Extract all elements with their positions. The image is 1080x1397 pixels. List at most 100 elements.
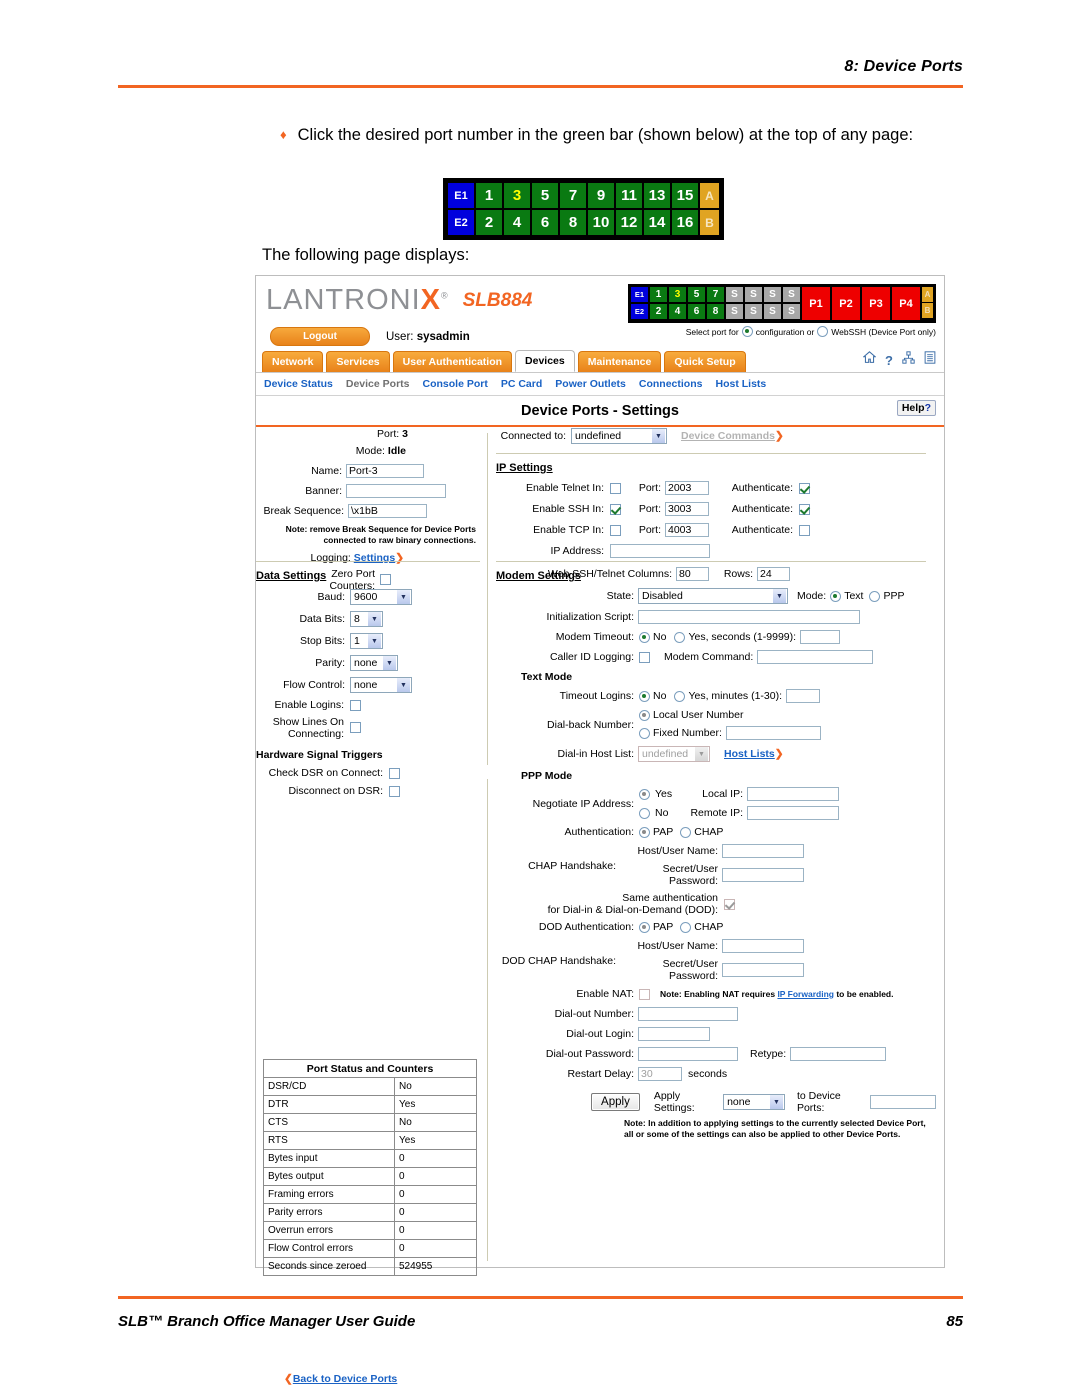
telnet-authenticate-checkbox[interactable] bbox=[799, 482, 810, 494]
parity-select[interactable]: none ▼ bbox=[350, 655, 398, 671]
devmap-s-7[interactable]: S bbox=[764, 304, 781, 319]
to-device-ports-input[interactable] bbox=[870, 1095, 936, 1109]
devmap-power-p2[interactable]: P2 bbox=[832, 287, 860, 320]
sitemap-icon[interactable] bbox=[902, 351, 915, 369]
devmap-port-2[interactable]: 2 bbox=[650, 304, 667, 319]
chap-secret-input[interactable] bbox=[722, 868, 804, 882]
devmap-s-1[interactable]: S bbox=[726, 287, 743, 302]
caller-id-checkbox[interactable] bbox=[639, 651, 650, 663]
devmap-port-8[interactable]: 8 bbox=[707, 304, 724, 319]
port-cell-10[interactable]: 10 bbox=[588, 210, 614, 235]
banner-input[interactable] bbox=[346, 484, 446, 498]
modem-timeout-yes-radio[interactable] bbox=[674, 631, 686, 643]
apply-settings-select[interactable]: none ▼ bbox=[723, 1094, 785, 1110]
tab-services[interactable]: Services bbox=[326, 351, 390, 372]
devmap-port-5[interactable]: 5 bbox=[688, 287, 705, 302]
name-input[interactable] bbox=[346, 464, 424, 478]
help-button[interactable]: Help? bbox=[896, 400, 936, 416]
subnav-device-ports[interactable]: Device Ports bbox=[346, 378, 410, 390]
back-to-device-ports-link[interactable]: Back to Device Ports bbox=[293, 1373, 397, 1385]
host-lists-link[interactable]: Host Lists bbox=[724, 748, 775, 760]
tab-maintenance[interactable]: Maintenance bbox=[577, 351, 662, 372]
subnav-device-status[interactable]: Device Status bbox=[264, 378, 333, 390]
port-cell-8[interactable]: 8 bbox=[560, 210, 586, 235]
port-cell-a[interactable]: A bbox=[700, 183, 719, 208]
devmap-port-4[interactable]: 4 bbox=[669, 304, 686, 319]
timeout-logins-yes-radio[interactable] bbox=[674, 690, 686, 702]
timeout-logins-input[interactable] bbox=[786, 689, 821, 703]
devmap-s-8[interactable]: S bbox=[783, 304, 800, 319]
port-cell-16[interactable]: 16 bbox=[672, 210, 698, 235]
subnav-host-lists[interactable]: Host Lists bbox=[715, 378, 766, 390]
ip-address-input[interactable] bbox=[610, 544, 710, 558]
help-icon[interactable]: ? bbox=[885, 353, 893, 368]
disconnect-dsr-checkbox[interactable] bbox=[389, 785, 400, 797]
subnav-power-outlets[interactable]: Power Outlets bbox=[555, 378, 626, 390]
dod-host-user-input[interactable] bbox=[722, 939, 804, 953]
enable-ssh-checkbox[interactable] bbox=[610, 503, 621, 515]
devmap-e2[interactable]: E2 bbox=[631, 304, 648, 319]
tab-user-authentication[interactable]: User Authentication bbox=[392, 351, 513, 372]
mode-ppp-radio[interactable] bbox=[869, 590, 881, 602]
logout-button[interactable]: Logout bbox=[270, 327, 370, 346]
show-lines-checkbox[interactable] bbox=[350, 722, 361, 733]
mode-text-radio[interactable] bbox=[830, 590, 842, 602]
enable-telnet-checkbox[interactable] bbox=[610, 482, 621, 494]
dod-secret-input[interactable] bbox=[722, 963, 804, 977]
devmap-s-3[interactable]: S bbox=[764, 287, 781, 302]
dialin-hostlist-select[interactable]: undefined ▼ bbox=[638, 746, 710, 762]
subnav-pc-card[interactable]: PC Card bbox=[501, 378, 542, 390]
port-cell-3[interactable]: 3 bbox=[504, 183, 530, 208]
port-cell-4[interactable]: 4 bbox=[504, 210, 530, 235]
port-cell-12[interactable]: 12 bbox=[616, 210, 642, 235]
telnet-port-input[interactable] bbox=[665, 481, 709, 495]
radio-webssh[interactable] bbox=[817, 326, 829, 337]
ssh-port-input[interactable] bbox=[665, 502, 709, 516]
ip-forwarding-link[interactable]: IP Forwarding bbox=[777, 989, 834, 999]
negotiate-no-radio[interactable] bbox=[639, 807, 650, 819]
devmap-s-5[interactable]: S bbox=[726, 304, 743, 319]
devmap-s-2[interactable]: S bbox=[745, 287, 762, 302]
chap-host-user-input[interactable] bbox=[722, 844, 804, 858]
modem-command-input[interactable] bbox=[757, 650, 874, 664]
dialout-login-input[interactable] bbox=[638, 1027, 710, 1041]
enable-tcp-checkbox[interactable] bbox=[610, 524, 621, 536]
port-cell-2[interactable]: 2 bbox=[476, 210, 502, 235]
stop-bits-select[interactable]: 1 ▼ bbox=[350, 633, 383, 649]
tcp-authenticate-checkbox[interactable] bbox=[799, 524, 810, 536]
devmap-s-4[interactable]: S bbox=[783, 287, 800, 302]
ssh-authenticate-checkbox[interactable] bbox=[799, 503, 810, 515]
tab-devices[interactable]: Devices bbox=[515, 350, 575, 372]
logging-settings-link[interactable]: Settings bbox=[354, 552, 395, 564]
dialout-number-input[interactable] bbox=[638, 1007, 738, 1021]
dod-chap-radio[interactable] bbox=[680, 921, 692, 933]
port-cell-6[interactable]: 6 bbox=[532, 210, 558, 235]
port-cell-1[interactable]: 1 bbox=[476, 183, 502, 208]
tcp-port-input[interactable] bbox=[665, 523, 709, 537]
port-cell-14[interactable]: 14 bbox=[644, 210, 670, 235]
subnav-connections[interactable]: Connections bbox=[639, 378, 703, 390]
dialback-local-radio[interactable] bbox=[639, 709, 650, 721]
apply-button[interactable]: Apply bbox=[591, 1093, 640, 1111]
timeout-logins-no-radio[interactable] bbox=[639, 690, 650, 702]
devmap-power-p3[interactable]: P3 bbox=[862, 287, 890, 320]
retype-input[interactable] bbox=[790, 1047, 887, 1061]
connected-to-select[interactable]: undefined ▼ bbox=[571, 428, 667, 444]
port-cell-9[interactable]: 9 bbox=[588, 183, 614, 208]
home-icon[interactable] bbox=[862, 351, 877, 369]
dialback-fixed-input[interactable] bbox=[725, 726, 821, 740]
devmap-power-p1[interactable]: P1 bbox=[802, 287, 830, 320]
enable-logins-checkbox[interactable] bbox=[350, 699, 361, 711]
devmap-s-6[interactable]: S bbox=[745, 304, 762, 319]
port-cell-e1[interactable]: E1 bbox=[448, 183, 474, 208]
auth-pap-radio[interactable] bbox=[639, 826, 650, 838]
devmap-e1[interactable]: E1 bbox=[631, 287, 648, 302]
data-bits-select[interactable]: 8 ▼ bbox=[350, 611, 383, 627]
devmap-power-p4[interactable]: P4 bbox=[892, 287, 920, 320]
remote-ip-input[interactable] bbox=[747, 806, 839, 820]
local-ip-input[interactable] bbox=[747, 787, 839, 801]
radio-configuration[interactable] bbox=[741, 326, 753, 337]
devmap-port-1[interactable]: 1 bbox=[650, 287, 667, 302]
enable-nat-checkbox[interactable] bbox=[639, 988, 650, 1000]
tab-quick-setup[interactable]: Quick Setup bbox=[664, 351, 746, 372]
